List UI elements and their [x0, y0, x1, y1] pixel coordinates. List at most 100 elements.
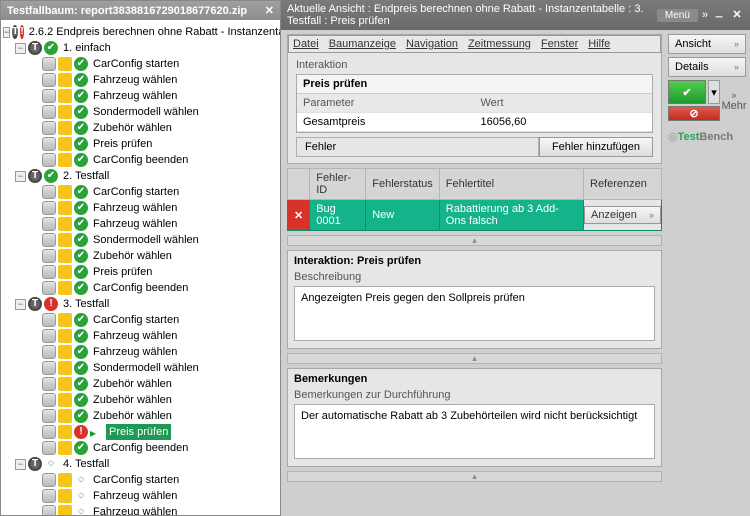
cycle-icon: [58, 105, 72, 119]
tree-step[interactable]: ✔Zubehör wählen: [3, 376, 278, 392]
pass-button[interactable]: ✔: [668, 80, 706, 104]
tree-step[interactable]: ✔Fahrzeug wählen: [3, 88, 278, 104]
expand-toggle[interactable]: −: [15, 299, 26, 310]
tree-step[interactable]: ✔Zubehör wählen: [3, 408, 278, 424]
tree-step[interactable]: ✔Fahrzeug wählen: [3, 216, 278, 232]
tree-step[interactable]: ✔CarConfig starten: [3, 184, 278, 200]
tree-step-label: Zubehör wählen: [90, 408, 175, 424]
tree-step[interactable]: ✔Fahrzeug wählen: [3, 200, 278, 216]
fail-button[interactable]: ⊘: [668, 106, 720, 121]
cycle-icon: [58, 217, 72, 231]
collapse-handle[interactable]: ▴: [287, 353, 662, 364]
gear-icon: [42, 185, 56, 199]
menu-button[interactable]: Menü: [657, 9, 698, 22]
chevrons-icon: »: [649, 210, 654, 220]
tree-step-label: CarConfig starten: [90, 56, 182, 72]
tree-step[interactable]: ✔Sondermodell wählen: [3, 104, 278, 120]
tree-group[interactable]: 3. Testfall: [60, 296, 112, 312]
top-panel: Datei Baumanzeige Navigation Zeitmessung…: [287, 34, 662, 164]
gear-icon: [42, 137, 56, 151]
tree-step[interactable]: ✔Zubehör wählen: [3, 248, 278, 264]
error-row[interactable]: ✕ Bug 0001 New Rabattierung ab 3 Add-Ons…: [288, 200, 662, 231]
status-none-icon: ◌: [74, 489, 88, 503]
close-icon[interactable]: ✕: [730, 8, 744, 22]
tree-step[interactable]: ✔CarConfig beenden: [3, 152, 278, 168]
menu-hilfe[interactable]: Hilfe: [588, 38, 610, 50]
description-text[interactable]: [294, 286, 655, 341]
tree-step-label: Preis prüfen: [90, 264, 155, 280]
tree-step[interactable]: ✔CarConfig starten: [3, 312, 278, 328]
tree-step[interactable]: ✔Fahrzeug wählen: [3, 344, 278, 360]
expand-toggle[interactable]: −: [15, 43, 26, 54]
tree-step-label: Fahrzeug wählen: [90, 344, 180, 360]
fehler-tab[interactable]: Fehler: [296, 137, 539, 157]
param-name: Gesamtpreis: [297, 113, 475, 131]
add-error-button[interactable]: Fehler hinzufügen: [539, 137, 653, 157]
more-button[interactable]: »Mehr: [722, 80, 746, 121]
chevrons-icon: »: [734, 39, 739, 49]
tree-step[interactable]: ✔Preis prüfen: [3, 136, 278, 152]
menu-fen[interactable]: Fenster: [541, 38, 578, 50]
tree-step[interactable]: ◌Fahrzeug wählen: [3, 488, 278, 504]
tree-step[interactable]: ✔Fahrzeug wählen: [3, 72, 278, 88]
close-icon[interactable]: ✕: [265, 4, 274, 17]
tree-step[interactable]: ✔Zubehör wählen: [3, 392, 278, 408]
tree-step-label: Zubehör wählen: [90, 376, 175, 392]
show-ref-button[interactable]: Anzeigen»: [584, 206, 661, 224]
col-fehlerstatus[interactable]: Fehlerstatus: [366, 169, 440, 200]
tree-step[interactable]: ✔CarConfig starten: [3, 56, 278, 72]
tree-step-label: CarConfig starten: [90, 472, 182, 488]
cycle-icon: [58, 73, 72, 87]
tree-step[interactable]: !Preis prüfen: [3, 424, 278, 440]
status-ok-icon: ✔: [74, 329, 88, 343]
minimize-icon[interactable]: ﹘: [712, 8, 726, 22]
expand-toggle[interactable]: −: [3, 27, 10, 38]
tree-step-label: CarConfig starten: [90, 184, 182, 200]
status-ok-icon: ✔: [44, 169, 58, 183]
testbench-logo: ◎TestBench: [668, 128, 746, 143]
tree-step[interactable]: ✔CarConfig beenden: [3, 440, 278, 456]
tree-step[interactable]: ✔Sondermodell wählen: [3, 360, 278, 376]
menu-zeit[interactable]: Zeitmessung: [468, 38, 531, 50]
tree-step[interactable]: ◌CarConfig starten: [3, 472, 278, 488]
error-table: Fehler-ID Fehlerstatus Fehlertitel Refer…: [287, 168, 662, 231]
tree-group[interactable]: 1. einfach: [60, 40, 114, 56]
status-ok-icon: ✔: [74, 185, 88, 199]
status-ok-icon: ✔: [74, 393, 88, 407]
ansicht-button[interactable]: Ansicht»: [668, 34, 746, 54]
gear-icon: [42, 89, 56, 103]
notes-text[interactable]: [294, 404, 655, 459]
delete-error-icon[interactable]: ✕: [288, 200, 310, 231]
collapse-handle[interactable]: ▴: [287, 235, 662, 246]
expand-toggle[interactable]: −: [15, 459, 26, 470]
tree-group[interactable]: 2. Testfall: [60, 168, 112, 184]
chevrons-icon[interactable]: »: [702, 9, 708, 21]
col-fehlertitel[interactable]: Fehlertitel: [439, 169, 583, 200]
tree-step[interactable]: ✔Fahrzeug wählen: [3, 328, 278, 344]
desc-label: Beschreibung: [294, 271, 655, 283]
collapse-handle[interactable]: ▴: [287, 471, 662, 482]
tree-step[interactable]: ✔Sondermodell wählen: [3, 232, 278, 248]
status-ok-icon: ✔: [74, 217, 88, 231]
gear-icon: [42, 265, 56, 279]
col-referenzen[interactable]: Referenzen: [584, 169, 662, 200]
col-fehler-id[interactable]: Fehler-ID: [310, 169, 366, 200]
gear-icon: [42, 281, 56, 295]
pass-dropdown-icon[interactable]: ▾: [708, 80, 720, 104]
details-button[interactable]: Details»: [668, 57, 746, 77]
cycle-icon: [58, 313, 72, 327]
menu-nav[interactable]: Navigation: [406, 38, 458, 50]
tree-step-label: CarConfig starten: [90, 312, 182, 328]
detail-title-bar: Aktuelle Ansicht : Endpreis berechnen oh…: [281, 0, 750, 30]
tree-step[interactable]: ✔Zubehör wählen: [3, 120, 278, 136]
tree-step[interactable]: ◌Fahrzeug wählen: [3, 504, 278, 515]
menu-datei[interactable]: Datei: [293, 38, 319, 50]
tree-root[interactable]: 2.6.2 Endpreis berechnen ohne Rabatt - I…: [26, 24, 280, 40]
tree-step[interactable]: ✔CarConfig beenden: [3, 280, 278, 296]
test-tree[interactable]: −T!2.6.2 Endpreis berechnen ohne Rabatt …: [1, 20, 280, 515]
menu-baum[interactable]: Baumanzeige: [329, 38, 396, 50]
cycle-icon: [58, 329, 72, 343]
tree-group[interactable]: 4. Testfall: [60, 456, 112, 472]
tree-step[interactable]: ✔Preis prüfen: [3, 264, 278, 280]
expand-toggle[interactable]: −: [15, 171, 26, 182]
